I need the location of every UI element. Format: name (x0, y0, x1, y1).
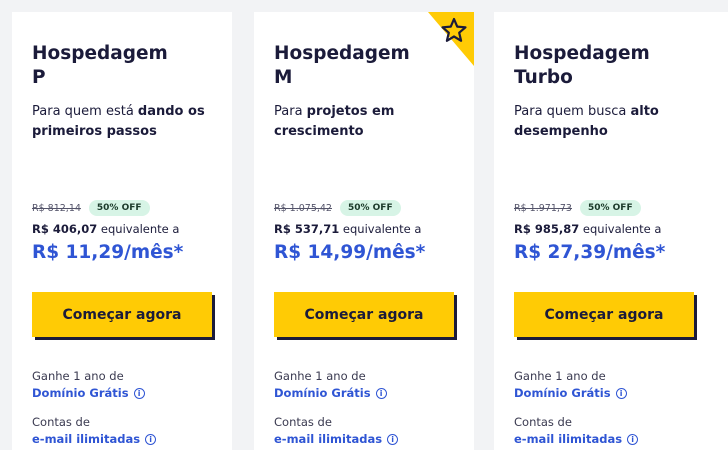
info-icon[interactable]: i (133, 388, 145, 399)
domain-link[interactable]: Domínio Grátis i (32, 385, 145, 402)
plan-card-p: Hospedagem P Para quem está dando os pri… (12, 12, 232, 450)
price-row: R$ 1.971,73 50% OFF (514, 200, 641, 216)
total-price: R$ 406,07 (32, 222, 98, 236)
domain-link[interactable]: Domínio Grátis i (274, 385, 387, 402)
total-price: R$ 985,87 (514, 222, 580, 236)
feature-text: Ganhe 1 ano de (32, 369, 124, 383)
plan-card-m: Hospedagem M Para projetos em cresciment… (254, 12, 474, 450)
feature-domain: Ganhe 1 ano de Domínio Grátis i (514, 368, 627, 402)
equivalent-price: R$ 985,87 equivalente a (514, 222, 661, 236)
plan-title: Hospedagem P (32, 43, 168, 88)
feature-text: Contas de (274, 415, 332, 429)
equivalent-price: R$ 537,71 equivalente a (274, 222, 421, 236)
feature-text: Contas de (32, 415, 90, 429)
plan-description-text: Para quem está (32, 104, 138, 119)
domain-link-label[interactable]: Domínio Grátis (274, 385, 371, 402)
start-now-button[interactable]: Começar agora (514, 292, 694, 337)
plan-description-text: Para (274, 104, 307, 119)
plan-description: Para quem está dando os primeiros passos (32, 102, 227, 142)
feature-domain: Ganhe 1 ano de Domínio Grátis i (274, 368, 387, 402)
equivalent-label: equivalente a (339, 222, 422, 236)
discount-badge: 50% OFF (339, 200, 401, 216)
total-price: R$ 537,71 (274, 222, 340, 236)
domain-link-label[interactable]: Domínio Grátis (32, 385, 129, 402)
old-price: R$ 1.075,42 (274, 202, 332, 214)
monthly-price: R$ 27,39/mês* (514, 242, 666, 263)
feature-email: Contas de e-mail ilimitadas i (514, 414, 639, 448)
plan-description-text: Para quem busca (514, 104, 631, 119)
discount-badge: 50% OFF (579, 200, 641, 216)
info-icon[interactable]: i (387, 434, 399, 445)
plan-title: Hospedagem Turbo (514, 43, 650, 88)
feature-text: Ganhe 1 ano de (514, 369, 606, 383)
feature-email: Contas de e-mail ilimitadas i (32, 414, 157, 448)
featured-star-icon (428, 12, 474, 66)
domain-link[interactable]: Domínio Grátis i (514, 385, 627, 402)
pricing-cards: Hospedagem P Para quem está dando os pri… (0, 0, 728, 450)
feature-text: Contas de (514, 415, 572, 429)
feature-text: Ganhe 1 ano de (274, 369, 366, 383)
old-price: R$ 1.971,73 (514, 202, 572, 214)
plan-description: Para projetos em crescimento (274, 102, 469, 142)
info-icon[interactable]: i (375, 388, 387, 399)
equivalent-label: equivalente a (97, 222, 180, 236)
discount-badge: 50% OFF (88, 200, 150, 216)
price-row: R$ 1.075,42 50% OFF (274, 200, 401, 216)
price-row: R$ 812,14 50% OFF (32, 200, 150, 216)
monthly-price: R$ 14,99/mês* (274, 242, 426, 263)
feature-email: Contas de e-mail ilimitadas i (274, 414, 399, 448)
equivalent-price: R$ 406,07 equivalente a (32, 222, 179, 236)
domain-link-label[interactable]: Domínio Grátis (514, 385, 611, 402)
email-link[interactable]: e-mail ilimitadas i (514, 431, 639, 448)
info-icon[interactable]: i (627, 434, 639, 445)
plan-title: Hospedagem M (274, 43, 410, 88)
plan-card-turbo: Hospedagem Turbo Para quem busca alto de… (494, 12, 728, 450)
start-now-button[interactable]: Começar agora (274, 292, 454, 337)
info-icon[interactable]: i (615, 388, 627, 399)
old-price: R$ 812,14 (32, 202, 81, 214)
email-link[interactable]: e-mail ilimitadas i (32, 431, 157, 448)
info-icon[interactable]: i (145, 434, 157, 445)
email-link[interactable]: e-mail ilimitadas i (274, 431, 399, 448)
plan-description: Para quem busca alto desempenho (514, 102, 709, 142)
feature-domain: Ganhe 1 ano de Domínio Grátis i (32, 368, 145, 402)
equivalent-label: equivalente a (579, 222, 662, 236)
email-link-label[interactable]: e-mail ilimitadas (32, 431, 140, 448)
email-link-label[interactable]: e-mail ilimitadas (274, 431, 382, 448)
email-link-label[interactable]: e-mail ilimitadas (514, 431, 622, 448)
start-now-button[interactable]: Começar agora (32, 292, 212, 337)
monthly-price: R$ 11,29/mês* (32, 242, 184, 263)
